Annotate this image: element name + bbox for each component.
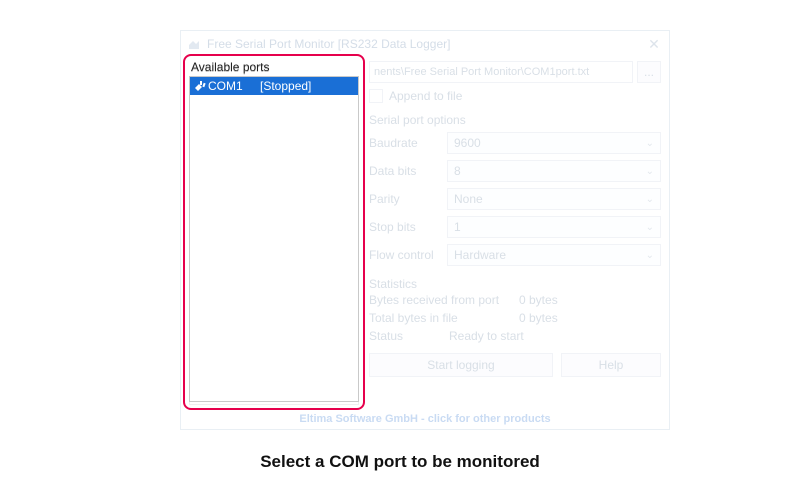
help-button[interactable]: Help: [561, 353, 661, 377]
flow-select[interactable]: Hardware⌄: [447, 244, 661, 266]
ports-list[interactable]: COM1 [Stopped]: [189, 76, 359, 402]
baudrate-label: Baudrate: [369, 136, 447, 150]
close-icon[interactable]: ✕: [645, 35, 663, 53]
status-value: Ready to start: [449, 329, 524, 343]
flow-label: Flow control: [369, 248, 447, 262]
chevron-down-icon: ⌄: [646, 166, 654, 177]
append-label: Append to file: [389, 89, 462, 103]
plug-icon: [192, 79, 206, 93]
titlebar: Free Serial Port Monitor [RS232 Data Log…: [181, 31, 669, 57]
start-logging-button[interactable]: Start logging: [369, 353, 553, 377]
ports-panel: Available ports COM1 [Stopped]: [189, 60, 361, 402]
options-title: Serial port options: [369, 113, 661, 127]
window-title: Free Serial Port Monitor [RS232 Data Log…: [207, 37, 450, 51]
form-panel: nents\Free Serial Port Monitor\COM1port.…: [369, 61, 661, 423]
ports-label: Available ports: [191, 60, 361, 74]
browse-button[interactable]: ...: [637, 61, 661, 83]
bytes-file-value: 0 bytes: [519, 311, 558, 325]
databits-select[interactable]: 8⌄: [447, 160, 661, 182]
stopbits-select[interactable]: 1⌄: [447, 216, 661, 238]
chevron-down-icon: ⌄: [646, 250, 654, 261]
chevron-down-icon: ⌄: [646, 222, 654, 233]
status-label: Status: [369, 329, 449, 343]
databits-label: Data bits: [369, 164, 447, 178]
port-row[interactable]: COM1 [Stopped]: [190, 77, 358, 95]
footer-link[interactable]: Eltima Software GmbH - click for other p…: [181, 413, 669, 425]
chevron-down-icon: ⌄: [646, 194, 654, 205]
parity-select[interactable]: None⌄: [447, 188, 661, 210]
parity-label: Parity: [369, 192, 447, 206]
bytes-rx-value: 0 bytes: [519, 293, 558, 307]
port-name: COM1: [208, 79, 258, 93]
baudrate-select[interactable]: 9600⌄: [447, 132, 661, 154]
port-status: [Stopped]: [260, 79, 356, 93]
stopbits-label: Stop bits: [369, 220, 447, 234]
chevron-down-icon: ⌄: [646, 138, 654, 149]
log-path-field[interactable]: nents\Free Serial Port Monitor\COM1port.…: [369, 61, 633, 83]
stats-title: Statistics: [369, 277, 661, 291]
bytes-rx-label: Bytes received from port: [369, 293, 519, 307]
caption: Select a COM port to be monitored: [0, 452, 800, 472]
app-icon: [187, 37, 201, 51]
bytes-file-label: Total bytes in file: [369, 311, 519, 325]
append-checkbox[interactable]: [369, 89, 383, 103]
